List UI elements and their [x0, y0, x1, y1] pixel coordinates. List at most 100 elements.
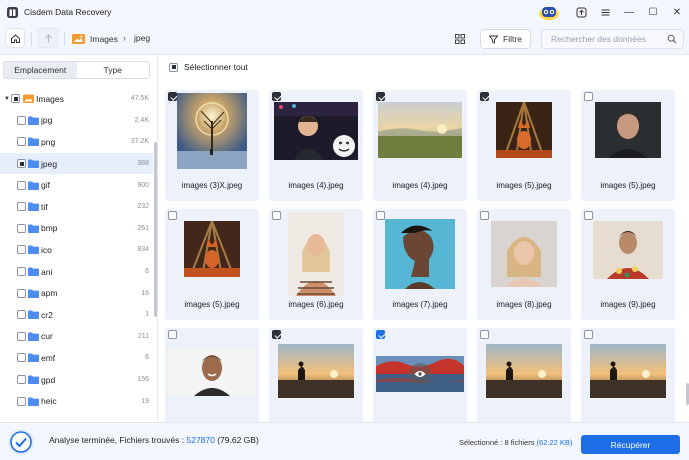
file-card[interactable]	[165, 328, 259, 422]
checkbox[interactable]	[17, 223, 26, 233]
file-card[interactable]: images (5).jpeg	[477, 90, 571, 201]
select-all[interactable]: Sélectionner tout	[169, 62, 248, 72]
tree-item-png[interactable]: png 37.2K	[0, 131, 153, 153]
file-card[interactable]: images (5).jpeg	[165, 209, 259, 320]
grid-view-button[interactable]	[451, 30, 469, 48]
file-name: images (8).jpeg	[496, 300, 552, 309]
thumb-sunset[interactable]	[486, 344, 562, 398]
thumb-red-lake[interactable]	[376, 356, 464, 392]
thumb-fox[interactable]	[496, 102, 552, 158]
file-checkbox[interactable]	[584, 211, 593, 220]
file-card[interactable]: images (8).jpeg	[477, 209, 571, 320]
file-card[interactable]: images (5).jpeg	[581, 90, 675, 201]
tree-item-heic[interactable]: heic 19	[0, 390, 153, 412]
tree-item-tif[interactable]: tif 232	[0, 196, 153, 218]
tree-item-bmp[interactable]: bmp 261	[0, 218, 153, 240]
tree-item-gif[interactable]: gif 900	[0, 174, 153, 196]
checkbox[interactable]	[17, 288, 26, 298]
file-checkbox[interactable]	[272, 330, 281, 339]
file-checkbox[interactable]	[376, 330, 385, 339]
tree-item-apm[interactable]: apm 16	[0, 282, 153, 304]
eye-icon[interactable]	[409, 363, 431, 385]
file-card[interactable]: images (4).jpeg	[373, 90, 467, 201]
file-checkbox[interactable]	[168, 92, 177, 101]
thumb-tree[interactable]	[177, 93, 247, 169]
file-card[interactable]: images (9).jpeg	[581, 209, 675, 320]
thumb-woman[interactable]	[288, 212, 344, 296]
checkbox[interactable]	[17, 245, 26, 255]
tree-item-ico[interactable]: ico 834	[0, 239, 153, 261]
thumb-blonde-woman[interactable]	[491, 221, 557, 287]
file-checkbox[interactable]	[376, 211, 385, 220]
thumb-field[interactable]	[378, 102, 462, 158]
minimize-button[interactable]: —	[617, 0, 641, 24]
file-card[interactable]	[269, 328, 363, 422]
checkbox[interactable]	[17, 396, 26, 406]
file-checkbox[interactable]	[584, 330, 593, 339]
preview-overlay[interactable]	[376, 356, 464, 392]
menu-icon[interactable]	[593, 0, 617, 24]
thumb-sunset[interactable]	[278, 344, 354, 398]
breadcrumb-images[interactable]: Images	[72, 33, 118, 44]
checkbox[interactable]	[17, 310, 26, 320]
tree-item-cr2[interactable]: cr2 1	[0, 304, 153, 326]
file-checkbox[interactable]	[272, 211, 281, 220]
file-checkbox[interactable]	[584, 92, 593, 101]
thumb-woman-profile[interactable]	[385, 219, 455, 289]
tree-item-cur[interactable]: cur 211	[0, 326, 153, 348]
file-card[interactable]: images (4).jpeg	[269, 90, 363, 201]
checkbox[interactable]	[17, 353, 26, 363]
file-checkbox[interactable]	[168, 211, 177, 220]
checkbox[interactable]	[17, 159, 26, 169]
checkbox[interactable]	[17, 137, 26, 147]
tree-item-jpg[interactable]: jpg 2.4K	[0, 110, 153, 132]
tree-item-ani[interactable]: ani 6	[0, 261, 153, 283]
checkbox[interactable]	[17, 375, 26, 385]
search-input[interactable]: Rechercher des données	[541, 29, 684, 49]
maximize-button[interactable]: ☐	[641, 0, 665, 24]
tree-item-emf[interactable]: emf 6	[0, 347, 153, 369]
checkbox[interactable]	[17, 180, 26, 190]
select-all-checkbox[interactable]	[169, 62, 178, 72]
file-card[interactable]: images (7).jpeg	[373, 209, 467, 320]
file-checkbox[interactable]	[480, 211, 489, 220]
up-button[interactable]	[38, 28, 58, 48]
recover-button[interactable]: Récupérer	[581, 435, 680, 454]
file-card[interactable]: images (6).jpeg	[269, 209, 363, 320]
checkbox[interactable]	[17, 331, 26, 341]
file-checkbox[interactable]	[272, 92, 281, 101]
file-checkbox[interactable]	[376, 92, 385, 101]
file-card[interactable]: images (3)X.jpeg	[165, 90, 259, 201]
robot-avatar-icon[interactable]	[535, 1, 563, 23]
thumb-webcam[interactable]	[274, 102, 358, 160]
tab-emplacement[interactable]: Emplacement	[4, 62, 77, 78]
thumb-sunset[interactable]	[590, 344, 666, 398]
close-button[interactable]: ✕	[665, 0, 689, 24]
tree-item-jpeg[interactable]: jpeg 388	[0, 152, 153, 175]
checkbox[interactable]	[17, 267, 26, 277]
update-icon[interactable]	[569, 0, 593, 24]
file-card[interactable]	[373, 328, 467, 422]
file-card[interactable]	[477, 328, 571, 422]
breadcrumb-jpeg[interactable]: jpeg	[134, 33, 150, 43]
checkbox[interactable]	[17, 115, 26, 125]
tree-item-gpd[interactable]: gpd 156	[0, 369, 153, 391]
file-checkbox[interactable]	[480, 92, 489, 101]
search-icon[interactable]	[667, 34, 677, 44]
checkbox[interactable]	[17, 202, 26, 212]
filter-button[interactable]: Filtre	[480, 29, 531, 49]
file-checkbox[interactable]	[168, 330, 177, 339]
tree-root-images[interactable]: ▼ Images 47.5K	[0, 88, 153, 110]
home-button[interactable]	[5, 28, 25, 48]
title-bar: Cisdem Data Recovery — ☐ ✕	[0, 0, 689, 24]
thumb-man[interactable]	[595, 102, 661, 158]
file-card[interactable]	[581, 328, 675, 422]
file-checkbox[interactable]	[480, 330, 489, 339]
checkbox[interactable]	[11, 94, 20, 104]
tab-type[interactable]: Type	[76, 62, 149, 78]
thumb-fox[interactable]	[184, 221, 240, 277]
sidebar-scrollbar[interactable]	[154, 142, 157, 317]
thumb-man-shirt[interactable]	[593, 221, 663, 279]
thumb-smiling-man[interactable]	[168, 348, 256, 396]
caret-down-icon[interactable]: ▼	[4, 96, 10, 102]
